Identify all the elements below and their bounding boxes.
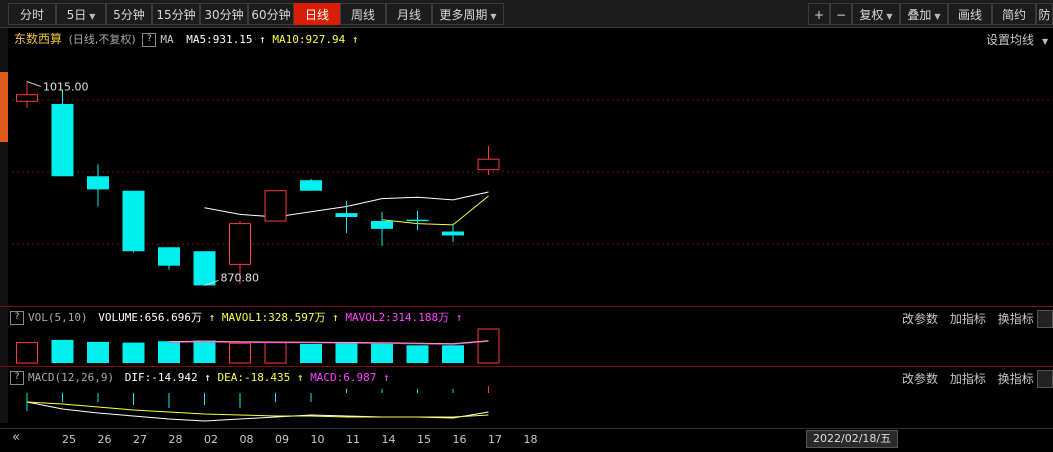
date-tick-label: 02 bbox=[204, 433, 218, 446]
date-tick-label: 25 bbox=[62, 433, 76, 446]
candle-body bbox=[442, 231, 464, 236]
candle-body bbox=[51, 103, 74, 177]
candle-body bbox=[477, 158, 500, 171]
high-price-pointer bbox=[26, 81, 42, 88]
candle-body bbox=[229, 223, 251, 265]
axis-nav-icon[interactable]: « bbox=[12, 430, 20, 445]
volume-bar bbox=[335, 341, 358, 363]
volume-bar bbox=[477, 328, 500, 364]
volume-bar bbox=[371, 342, 393, 363]
date-tick-label: 27 bbox=[133, 433, 147, 446]
volume-bar bbox=[122, 342, 145, 363]
candle-body bbox=[122, 190, 145, 252]
volume-bar bbox=[87, 341, 109, 363]
volume-bar bbox=[300, 343, 322, 363]
candle-body bbox=[406, 219, 429, 222]
candles bbox=[16, 81, 500, 286]
date-tick-label: 18 bbox=[523, 433, 538, 446]
mavol2-line bbox=[168, 340, 489, 345]
date-tick-label: 09 bbox=[275, 433, 289, 446]
candle-body bbox=[158, 247, 180, 266]
date-tick-label: 28 bbox=[168, 433, 183, 446]
candle-body bbox=[264, 190, 287, 222]
date-tick-label: 17 bbox=[488, 433, 502, 446]
date-tick-label: 11 bbox=[346, 433, 360, 446]
kline-chart[interactable]: 1015.00 870.80 bbox=[0, 0, 1053, 451]
date-tick-label: 08 bbox=[239, 433, 254, 446]
volume-bar bbox=[442, 345, 464, 363]
high-price-label: 1015.00 bbox=[43, 81, 89, 94]
candle-body bbox=[335, 213, 358, 218]
dif-line bbox=[26, 401, 489, 422]
volume-bars bbox=[16, 328, 500, 364]
candle-body bbox=[87, 176, 109, 190]
candle-body bbox=[16, 94, 38, 102]
volume-bar bbox=[16, 342, 38, 364]
volume-bar bbox=[51, 339, 74, 363]
candle-body bbox=[371, 220, 393, 229]
date-tick-label: 26 bbox=[97, 433, 112, 446]
volume-bar bbox=[193, 340, 216, 363]
date-tick-label: 15 bbox=[417, 433, 431, 446]
volume-bar bbox=[158, 341, 180, 363]
volume-bar bbox=[406, 345, 429, 363]
date-tick-label: 10 bbox=[310, 433, 325, 446]
candle-body bbox=[300, 180, 322, 191]
indicator-lines bbox=[26, 191, 489, 422]
volume-bar bbox=[229, 342, 251, 364]
date-tick-label: 16 bbox=[452, 433, 467, 446]
volume-bar bbox=[264, 342, 287, 364]
ma10-line bbox=[381, 195, 489, 226]
candle-body bbox=[193, 251, 216, 286]
grid-lines bbox=[12, 99, 1053, 245]
date-tick-label: 14 bbox=[381, 433, 396, 446]
low-price-label: 870.80 bbox=[221, 271, 260, 284]
current-date-label: 2022/02/18/五 bbox=[806, 430, 899, 448]
dea-line bbox=[26, 401, 489, 418]
